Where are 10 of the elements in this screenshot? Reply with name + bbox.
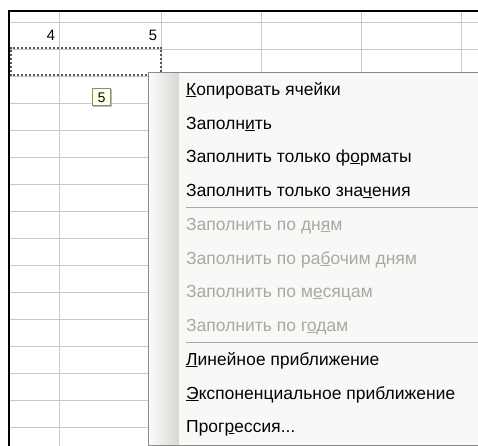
menu-item[interactable]: Заполнить: [186, 112, 272, 134]
cell-value: 5: [148, 27, 157, 44]
cell-value: 4: [46, 27, 55, 44]
menu-item[interactable]: Заполнить только форматы: [186, 146, 412, 168]
fill-tooltip: 5: [92, 88, 111, 106]
menu-item[interactable]: Экспоненциальное приближение: [186, 382, 456, 404]
menu-item[interactable]: Линейное приближение: [186, 349, 380, 370]
menu-item[interactable]: Прогрессия...: [186, 416, 296, 438]
menu-item[interactable]: Заполнить только значения: [186, 180, 411, 201]
menu-item[interactable]: Копировать ячейки: [186, 79, 341, 100]
